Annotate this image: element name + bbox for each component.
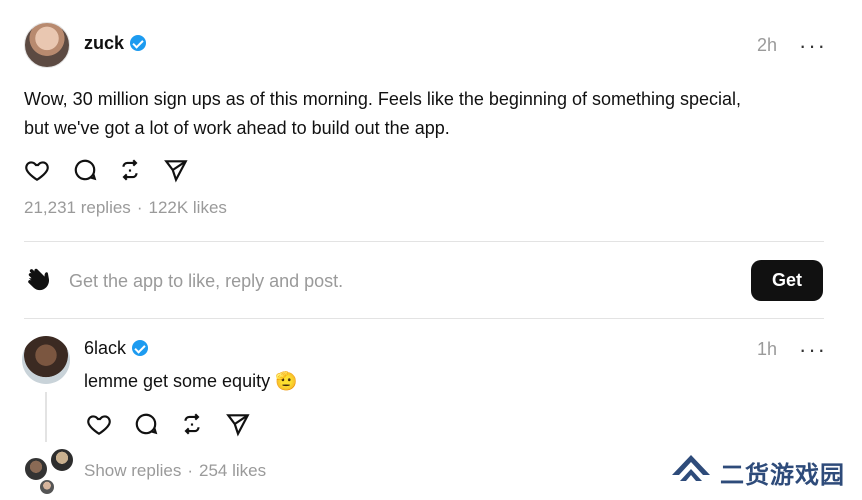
- avatar-zuck[interactable]: [24, 22, 70, 68]
- heart-icon[interactable]: [24, 157, 50, 183]
- reply-author[interactable]: 6lack: [84, 338, 149, 359]
- reply-meta: Show replies · 254 likes: [84, 461, 266, 481]
- post-author[interactable]: zuck: [84, 33, 147, 54]
- likes-count[interactable]: 254 likes: [199, 461, 266, 480]
- replies-count[interactable]: 21,231 replies: [24, 198, 131, 217]
- repost-icon[interactable]: [179, 411, 205, 437]
- replier-avatar[interactable]: [38, 478, 56, 496]
- replier-avatar[interactable]: [49, 447, 75, 473]
- post-time: 2h: [757, 35, 778, 55]
- verified-badge-icon: [132, 340, 149, 356]
- avatar-6lack[interactable]: [22, 336, 70, 384]
- share-icon[interactable]: [225, 411, 251, 437]
- meta-separator: ·: [136, 198, 143, 217]
- more-icon[interactable]: ···: [799, 339, 827, 361]
- watermark: 二货游戏园: [670, 452, 845, 492]
- reply-time: 1h: [757, 339, 778, 359]
- meta-separator: ·: [187, 461, 193, 480]
- post-text-line1: Wow, 30 million sign ups as of this morn…: [24, 89, 742, 109]
- divider: [24, 241, 824, 242]
- share-icon[interactable]: [163, 157, 189, 183]
- comment-icon[interactable]: [133, 411, 159, 437]
- get-app-button[interactable]: Get: [751, 260, 823, 301]
- repost-icon[interactable]: [117, 157, 143, 183]
- thread-line: [45, 392, 47, 442]
- more-icon[interactable]: ···: [799, 35, 827, 57]
- post-text: Wow, 30 million sign ups as of this morn…: [24, 85, 824, 143]
- comment-icon[interactable]: [72, 157, 98, 183]
- divider: [24, 318, 824, 319]
- reply-text: lemme get some equity 🫡: [84, 371, 298, 391]
- verified-badge-icon: [130, 35, 147, 51]
- watermark-logo-icon: [672, 455, 710, 481]
- cta-text: Get the app to like, reply and post.: [69, 271, 344, 291]
- heart-icon[interactable]: [86, 411, 112, 437]
- waving-hand-icon: [24, 266, 52, 294]
- show-replies-link[interactable]: Show replies: [84, 461, 181, 480]
- author-name[interactable]: zuck: [84, 33, 124, 53]
- post-text-line2: but we've got a lot of work ahead to bui…: [24, 118, 450, 138]
- watermark-text: 二货游戏园: [720, 461, 845, 489]
- author-name[interactable]: 6lack: [84, 338, 126, 358]
- post-meta: 21,231 replies · 122K likes: [24, 198, 227, 218]
- likes-count[interactable]: 122K likes: [148, 198, 226, 217]
